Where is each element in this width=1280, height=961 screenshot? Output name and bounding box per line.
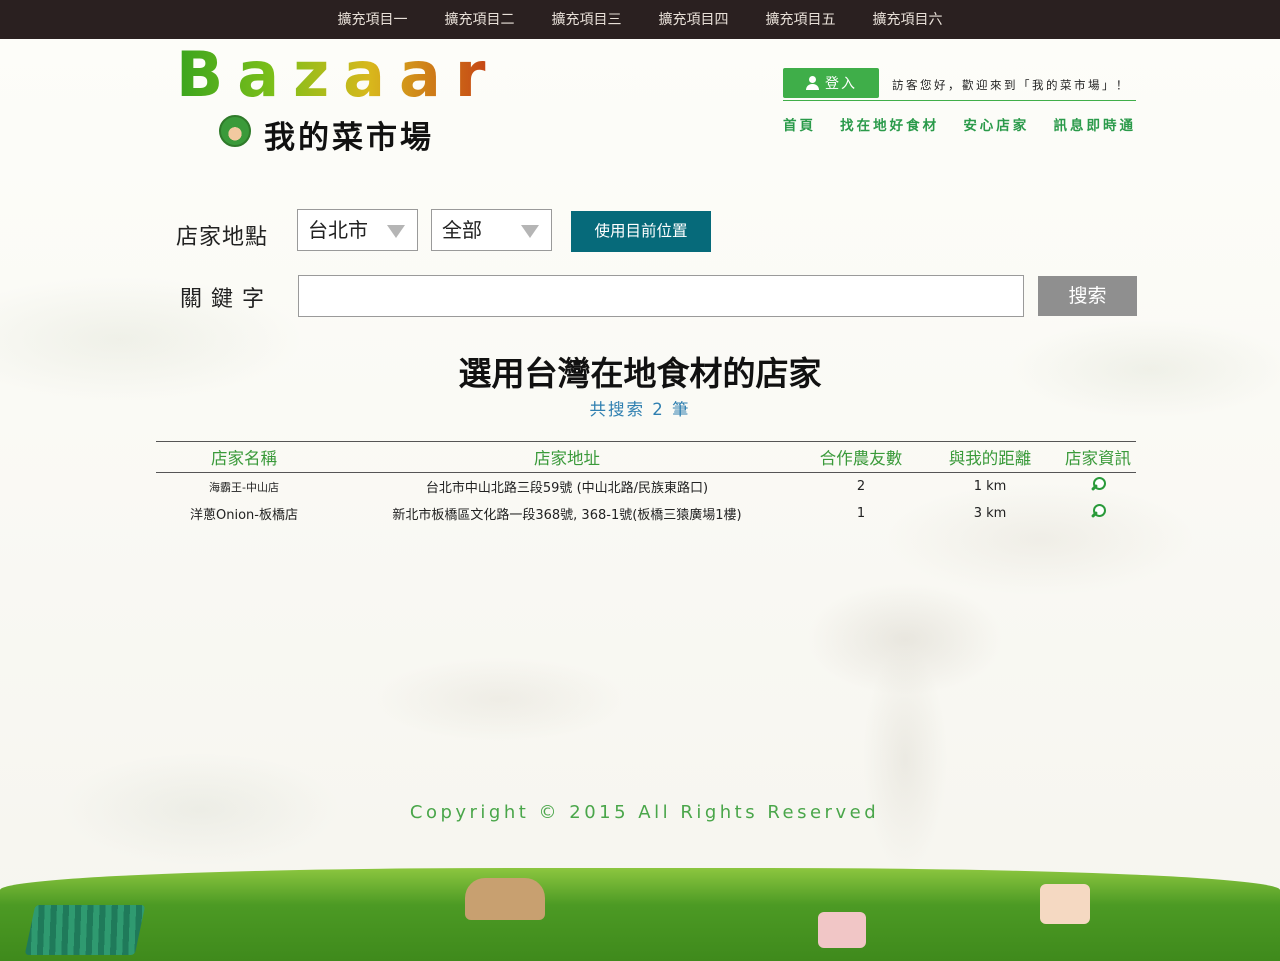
distance: 3 km — [973, 506, 1007, 521]
keyword-label: 關鍵字 — [180, 287, 274, 312]
store-location-label: 店家地點 — [176, 225, 269, 250]
result-count: 共搜索 2 筆 — [589, 400, 691, 419]
store-results-table: 店家名稱 店家地址 合作農友數 與我的距離 店家資訊 海霸王-中山店 台北市中山… — [156, 441, 1136, 527]
column-header-address: 店家地址 — [534, 449, 600, 468]
keyword-input[interactable] — [298, 275, 1024, 317]
copyright: Copyright © 2015 All Rights Reserved — [409, 802, 880, 823]
search-button[interactable]: 搜索 — [1038, 276, 1137, 316]
login-button[interactable]: 登入 — [783, 68, 879, 98]
login-label: 登入 — [825, 76, 857, 92]
main-nav: 首頁 找在地好食材 安心店家 訊息即時通 — [783, 114, 1136, 134]
header-divider — [783, 100, 1136, 101]
top-nav-item-3[interactable]: 擴充項目三 — [533, 0, 640, 39]
distance: 1 km — [973, 479, 1007, 494]
nav-home[interactable]: 首頁 — [783, 114, 816, 134]
district-select-value: 全部 — [442, 218, 482, 242]
top-nav-item-6[interactable]: 擴充項目六 — [854, 0, 961, 39]
store-info-cell — [1060, 503, 1136, 524]
city-select-value: 台北市 — [308, 218, 368, 242]
farmer-count: 2 — [856, 479, 866, 494]
page-title: 選用台灣在地食材的店家 — [458, 354, 822, 393]
dropdown-arrow-icon — [387, 225, 405, 238]
column-header-name: 店家名稱 — [211, 449, 277, 468]
column-header-farmers: 合作農友數 — [819, 449, 903, 468]
nav-safe-stores[interactable]: 安心店家 — [963, 114, 1029, 134]
top-nav-item-1[interactable]: 擴充項目一 — [319, 0, 426, 39]
table-row: 洋蔥Onion-板橋店 新北市板橋區文化路一段368號, 368-1號(板橋三猿… — [156, 500, 1136, 527]
top-nav-item-4[interactable]: 擴充項目四 — [640, 0, 747, 39]
store-info-cell — [1060, 476, 1136, 497]
use-current-location-button[interactable]: 使用目前位置 — [571, 211, 711, 252]
magnifier-icon[interactable] — [1090, 476, 1106, 493]
store-address: 台北市中山北路三段59號 (中山北路/民族東路口) — [425, 481, 709, 496]
top-extension-nav: 擴充項目一 擴充項目二 擴充項目三 擴充項目四 擴充項目五 擴充項目六 — [0, 0, 1280, 39]
farmer-mascot-icon — [219, 115, 251, 147]
district-select[interactable]: 全部 — [431, 209, 552, 251]
city-select[interactable]: 台北市 — [297, 209, 418, 251]
farmer-count: 1 — [856, 506, 866, 521]
table-header: 店家名稱 店家地址 合作農友數 與我的距離 店家資訊 — [156, 441, 1136, 473]
user-icon — [805, 76, 819, 90]
column-header-info: 店家資訊 — [1065, 449, 1131, 468]
top-nav-item-2[interactable]: 擴充項目二 — [426, 0, 533, 39]
nav-news[interactable]: 訊息即時通 — [1053, 114, 1136, 134]
magnifier-icon[interactable] — [1090, 503, 1106, 520]
top-nav-item-5[interactable]: 擴充項目五 — [747, 0, 854, 39]
welcome-greeting: 訪客您好，歡迎來到「我的菜市場」！ — [892, 78, 1130, 92]
column-header-distance: 與我的距離 — [948, 449, 1032, 468]
logo-subtitle[interactable]: 我的菜市場 — [264, 112, 434, 157]
table-row: 海霸王-中山店 台北市中山北路三段59號 (中山北路/民族東路口) 2 1 km — [156, 473, 1136, 500]
store-name: 海霸王-中山店 — [209, 480, 279, 494]
store-name: 洋蔥Onion-板橋店 — [190, 508, 298, 523]
logo-wordmark[interactable]: Bazaar — [176, 44, 499, 106]
nav-find-local-food[interactable]: 找在地好食材 — [840, 114, 939, 134]
dropdown-arrow-icon — [521, 225, 539, 238]
store-address: 新北市板橋區文化路一段368號, 368-1號(板橋三猿廣場1樓) — [392, 508, 742, 523]
